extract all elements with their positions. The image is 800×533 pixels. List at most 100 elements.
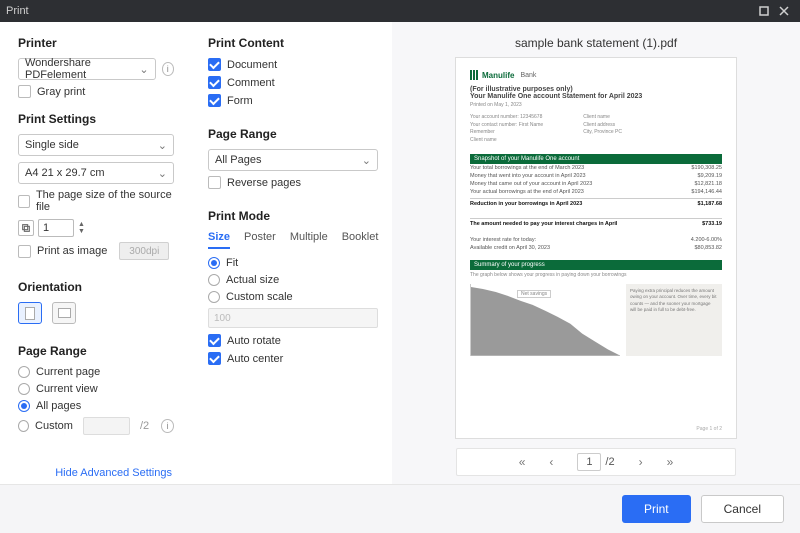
copies-icon (18, 220, 34, 236)
content-comment-checkbox[interactable]: Comment (208, 76, 382, 89)
range-custom-input[interactable] (83, 417, 130, 435)
mode-actual-label: Actual size (226, 274, 279, 286)
chevron-down-icon: ⌄ (139, 63, 148, 76)
orientation-portrait[interactable] (18, 302, 42, 324)
auto-rotate-label: Auto rotate (227, 335, 281, 347)
print-button[interactable]: Print (622, 495, 691, 523)
reverse-pages-checkbox[interactable]: Reverse pages (208, 176, 382, 189)
radio-icon (208, 291, 220, 303)
checkbox-icon (18, 245, 31, 258)
tab-poster[interactable]: Poster (244, 231, 276, 249)
left-panel: Printer Wondershare PDFelement ⌄ i Gray … (0, 22, 198, 484)
tab-booklet[interactable]: Booklet (342, 231, 379, 249)
mode-custom-scale[interactable]: Custom scale (208, 291, 382, 303)
chevron-down-icon: ⌄ (158, 139, 167, 152)
window-title: Print (6, 5, 29, 17)
spinner-arrows[interactable]: ▲▼ (78, 221, 85, 235)
doc-account-block: Your account number: 12345678 Your conta… (470, 114, 722, 144)
doc-r2b: $9,209.19 (698, 173, 722, 179)
pager-total: /2 (605, 456, 614, 468)
range-current-page[interactable]: Current page (18, 366, 174, 378)
content-document-checkbox[interactable]: Document (208, 58, 382, 71)
range-current-view[interactable]: Current view (18, 383, 174, 395)
hide-advanced-link[interactable]: Hide Advanced Settings (55, 467, 172, 479)
footer: Print Cancel (0, 484, 800, 533)
doc-r7a: Your interest rate for today: (470, 237, 536, 243)
doc-r1b: $190,308.25 (691, 165, 722, 171)
doc-r6a: The amount needed to pay your interest c… (470, 221, 617, 227)
radio-icon (208, 257, 220, 269)
source-size-checkbox[interactable]: The page size of the source file (18, 189, 174, 213)
maximize-button[interactable] (754, 1, 774, 21)
copies-spinner[interactable]: 1 ▲▼ (18, 219, 174, 237)
printer-info-icon[interactable]: i (162, 62, 174, 76)
mid-page-range-heading: Page Range (208, 127, 382, 141)
manulife-icon (470, 70, 478, 80)
print-as-image-checkbox[interactable]: Print as image 300dpi (18, 242, 174, 260)
doc-chart: Net savings (470, 284, 620, 356)
range-all-pages-label: All pages (36, 400, 81, 412)
doc-acct-l1: Your account number: 12345678 (470, 114, 543, 122)
doc-illustrative: (For illustrative purposes only) (470, 86, 722, 93)
page-range-heading: Page Range (18, 344, 174, 358)
printer-heading: Printer (18, 36, 174, 50)
custom-scale-field: 100 (208, 308, 378, 328)
pager-prev[interactable]: ‹ (549, 455, 553, 469)
pager-last[interactable]: » (667, 455, 674, 469)
orientation-group (18, 302, 174, 324)
close-button[interactable] (774, 1, 794, 21)
content-form-label: Form (227, 95, 253, 107)
tab-size[interactable]: Size (208, 231, 230, 249)
range-custom-label: Custom (35, 420, 73, 432)
doc-acct-r3: City, Province PC (583, 129, 622, 137)
doc-acct-l2: Your contact number: First Name (470, 122, 543, 130)
content-document-label: Document (227, 59, 277, 71)
mode-actual[interactable]: Actual size (208, 274, 382, 286)
copies-value[interactable]: 1 (38, 219, 74, 237)
doc-logo-sub: Bank (520, 72, 536, 79)
orientation-landscape[interactable] (52, 302, 76, 324)
checkbox-icon (208, 94, 221, 107)
side-select-value: Single side (25, 139, 79, 151)
content-comment-label: Comment (227, 77, 275, 89)
pager-first[interactable]: « (519, 455, 526, 469)
titlebar: Print (0, 0, 800, 22)
print-as-image-label: Print as image (37, 245, 107, 257)
source-size-label: The page size of the source file (36, 189, 174, 213)
doc-bar-snapshot: Snapshot of your Manulife One account (470, 154, 722, 164)
mode-fit-label: Fit (226, 257, 238, 269)
checkbox-icon (208, 334, 221, 347)
print-mode-heading: Print Mode (208, 209, 382, 223)
cancel-button[interactable]: Cancel (701, 495, 784, 523)
reverse-pages-label: Reverse pages (227, 177, 301, 189)
range-info-icon[interactable]: i (161, 419, 174, 433)
middle-panel: Print Content Document Comment Form Page… (198, 22, 392, 484)
doc-bar-summary: Summary of your progress (470, 260, 722, 270)
doc-acct-r1: Client name (583, 114, 622, 122)
pager-next[interactable]: › (639, 455, 643, 469)
doc-r2a: Money that went into your account in Apr… (470, 173, 586, 179)
auto-center-checkbox[interactable]: Auto center (208, 352, 382, 365)
side-select[interactable]: Single side ⌄ (18, 134, 174, 156)
checkbox-icon (208, 176, 221, 189)
pager-page-input[interactable]: 1 (577, 453, 601, 471)
doc-chart-note: Paying extra principal reduces the amoun… (626, 284, 722, 356)
mode-fit[interactable]: Fit (208, 257, 382, 269)
paper-select[interactable]: A4 21 x 29.7 cm ⌄ (18, 162, 174, 184)
auto-rotate-checkbox[interactable]: Auto rotate (208, 334, 382, 347)
doc-r7b: 4.200-6.00% (691, 237, 722, 243)
range-custom[interactable]: Custom /2 i (18, 417, 174, 435)
chevron-down-icon: ⌄ (362, 154, 371, 167)
range-current-view-label: Current view (36, 383, 98, 395)
tab-multiple[interactable]: Multiple (290, 231, 328, 249)
doc-r5a: Reduction in your borrowings in April 20… (470, 201, 582, 207)
printer-select[interactable]: Wondershare PDFelement ⌄ (18, 58, 156, 80)
doc-r3a: Money that came out of your account in A… (470, 181, 592, 187)
mode-tabs: Size Poster Multiple Booklet (208, 231, 382, 249)
range-all-pages[interactable]: All pages (18, 400, 174, 412)
content-form-checkbox[interactable]: Form (208, 94, 382, 107)
gray-print-checkbox[interactable]: Gray print (18, 85, 174, 98)
doc-acct-l4: Client name (470, 137, 543, 145)
preview-panel: sample bank statement (1).pdf Manulife B… (392, 22, 800, 484)
page-range-select[interactable]: All Pages ⌄ (208, 149, 378, 171)
